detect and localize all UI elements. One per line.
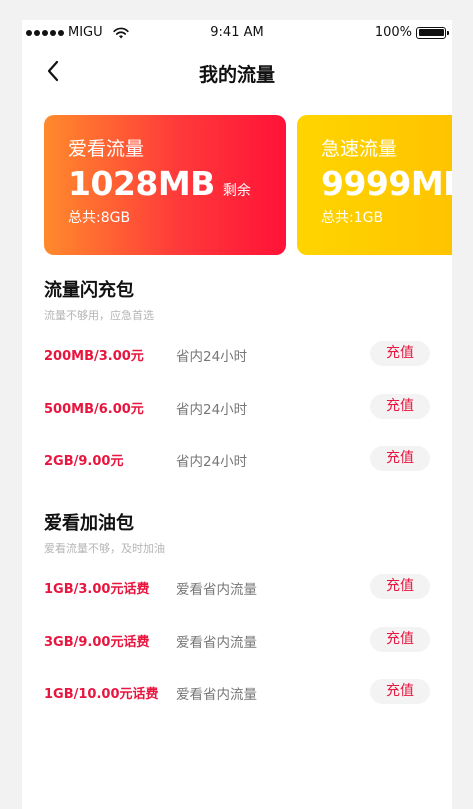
item-desc: 省内24小时 [176, 349, 248, 365]
boost-pack-section: 爱看加油包 爱看流量不够，及时加油 [44, 512, 430, 556]
list-item: 1GB/10.00元话费 爱看省内流量 充值 [44, 679, 430, 705]
item-price: 500MB/6.00元 [44, 402, 144, 417]
list-item: 1GB/3.00元话费 爱看省内流量 充值 [44, 574, 430, 600]
recharge-button[interactable]: 充值 [370, 679, 430, 704]
item-desc: 省内24小时 [176, 454, 248, 470]
list-item: 200MB/3.00元 省内24小时 充值 [44, 341, 430, 367]
page-title: 我的流量 [198, 64, 275, 86]
flash-pack-section: 流量闪充包 流量不够用，应急首选 [44, 279, 430, 323]
status-right: 100% [374, 25, 449, 40]
card-total: 总共:1GB [321, 210, 384, 226]
card-suffix: 剩余 [222, 183, 251, 199]
flash-pack-list: 200MB/3.00元 省内24小时 充值 500MB/6.00元 省内24小时… [44, 341, 430, 481]
card-amount: 1028MB [68, 164, 215, 203]
item-price: 200MB/3.00元 [44, 349, 144, 364]
item-price: 1GB/3.00元话费 [44, 582, 150, 597]
recharge-button[interactable]: 充值 [370, 627, 430, 652]
list-item: 500MB/6.00元 省内24小时 充值 [44, 394, 430, 420]
list-item: 3GB/9.00元话费 爱看省内流量 充值 [44, 627, 430, 653]
item-desc: 爱看省内流量 [176, 582, 257, 598]
item-price: 2GB/9.00元 [44, 454, 124, 469]
nav-bar: 我的流量 [22, 50, 452, 94]
item-desc: 爱看省内流量 [176, 687, 257, 703]
traffic-card-speed[interactable]: 急速流量 9999MB 总共:1GB [297, 115, 452, 255]
traffic-card-aikan[interactable]: 爱看流量 1028MB 剩余 总共:8GB [44, 115, 286, 255]
item-price: 3GB/9.00元话费 [44, 635, 150, 650]
battery-icon [416, 26, 449, 39]
section-title: 流量闪充包 [44, 280, 134, 301]
card-title: 急速流量 [321, 138, 398, 160]
recharge-button[interactable]: 充值 [370, 341, 430, 366]
card-title: 爱看流量 [68, 138, 145, 160]
battery-percent: 100% [374, 25, 412, 40]
item-desc: 爱看省内流量 [176, 635, 257, 651]
traffic-cards[interactable]: 爱看流量 1028MB 剩余 总共:8GB 急速流量 9999MB 总共:1GB [44, 115, 452, 255]
item-price: 1GB/10.00元话费 [44, 687, 159, 702]
phone-screen: MIGU 9:41 AM 100% 我的流量 爱看流量 1028MB 剩余 总共… [22, 20, 452, 809]
list-item: 2GB/9.00元 省内24小时 充值 [44, 446, 430, 472]
card-amount: 9999MB [321, 164, 452, 203]
card-total: 总共:8GB [68, 210, 131, 226]
section-subtitle: 爱看流量不够，及时加油 [44, 542, 165, 555]
status-bar: MIGU 9:41 AM 100% [22, 20, 452, 44]
item-desc: 省内24小时 [176, 402, 248, 418]
recharge-button[interactable]: 充值 [370, 574, 430, 599]
boost-pack-list: 1GB/3.00元话费 爱看省内流量 充值 3GB/9.00元话费 爱看省内流量… [44, 574, 430, 714]
section-subtitle: 流量不够用，应急首选 [44, 309, 154, 322]
section-title: 爱看加油包 [44, 513, 134, 534]
recharge-button[interactable]: 充值 [370, 394, 430, 419]
recharge-button[interactable]: 充值 [370, 446, 430, 471]
